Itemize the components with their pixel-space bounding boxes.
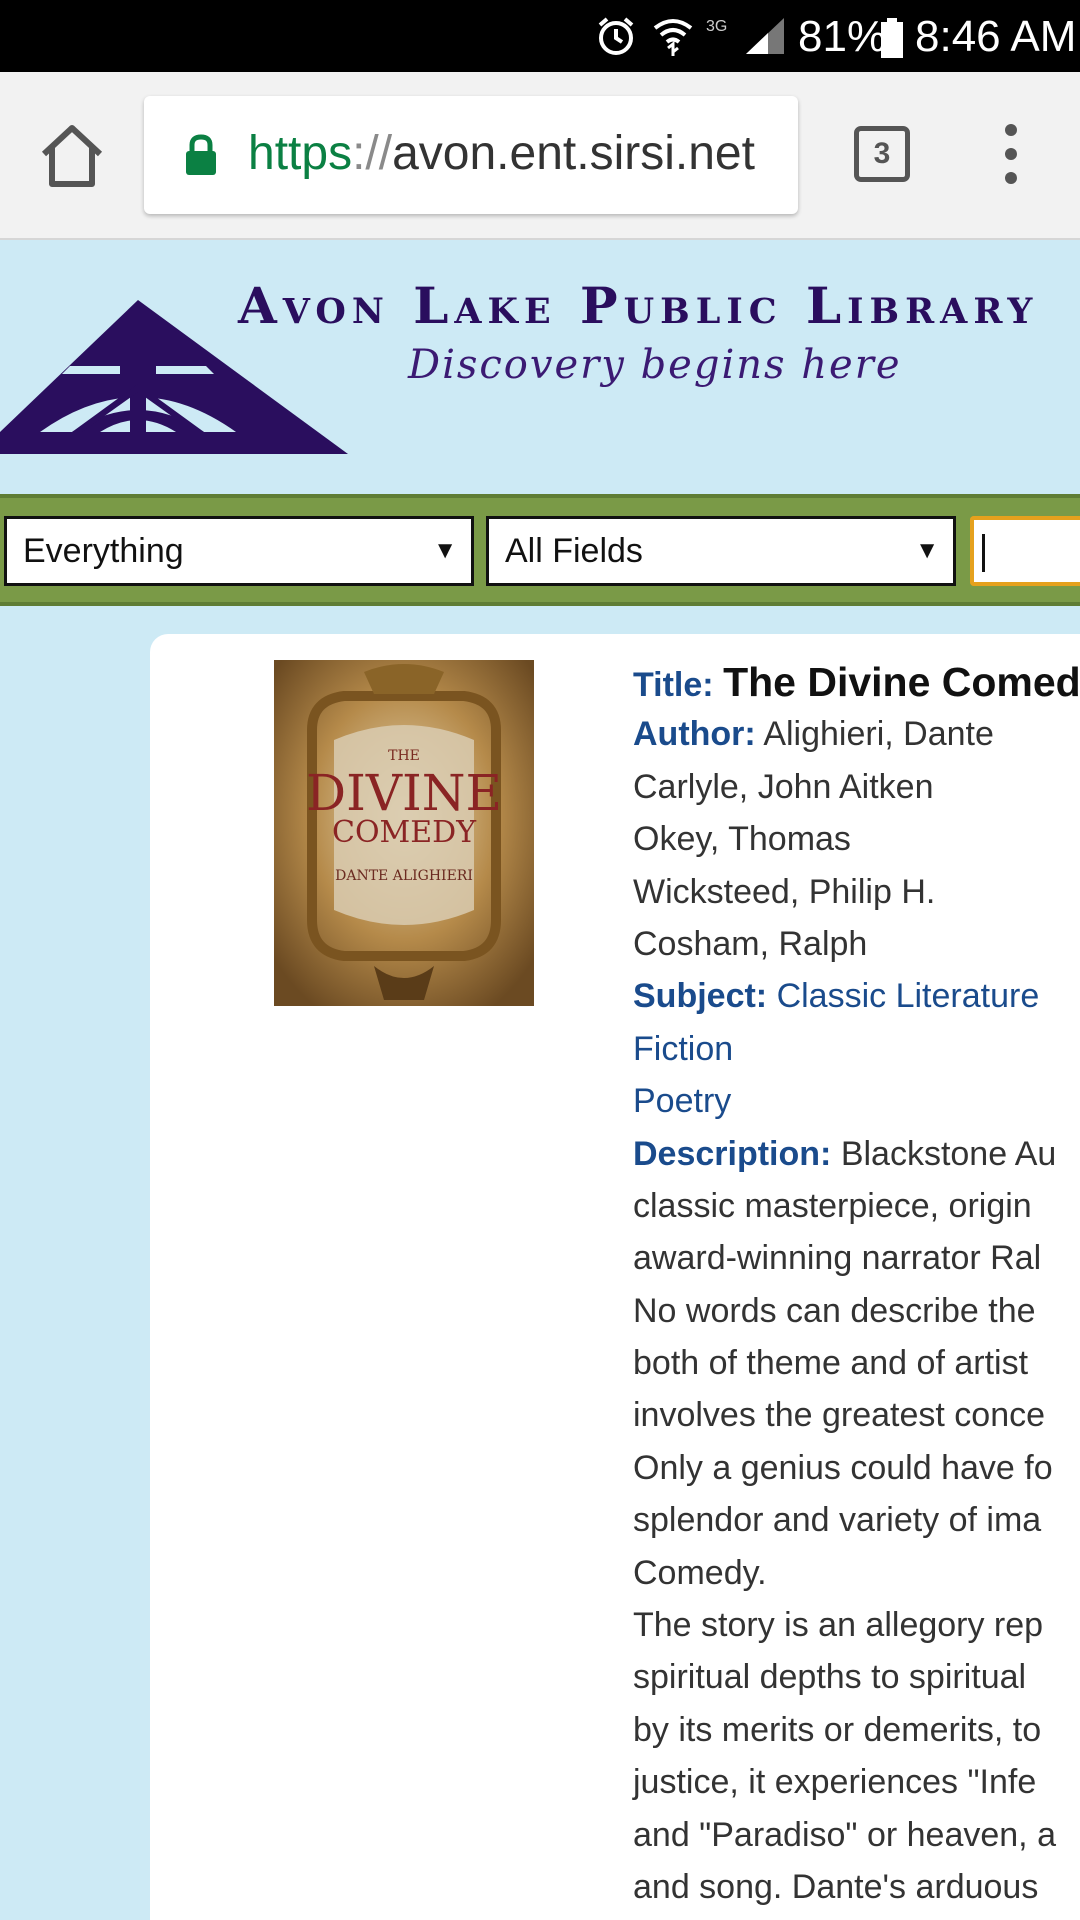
author-label: Author: [633, 715, 756, 754]
status-bar: 3G 81% 8:46 AM [0, 0, 1080, 72]
subject-row: Subject: Classic Literature [633, 970, 1080, 1022]
library-name[interactable]: Avon Lake Public Library [238, 276, 1038, 335]
description-line: involves the greatest conce [633, 1396, 1046, 1435]
description-line: Blackstone Au [840, 1134, 1057, 1173]
network-type-label: 3G [706, 18, 728, 35]
description-line: spiritual depths to spiritual [633, 1658, 1027, 1697]
status-clock: 8:46 AM [915, 12, 1077, 61]
cover-text-the: THE [388, 748, 420, 764]
subject-link[interactable]: Poetry [633, 1075, 1080, 1127]
page: 3G 81% 8:46 AM https://avon.ent.sirsi.ne… [0, 0, 1080, 1920]
description-line: Only a genius could have fo [633, 1448, 1053, 1487]
description-line: by its merits or demerits, to [633, 1710, 1042, 1749]
browser-toolbar: https://avon.ent.sirsi.net 3 [0, 72, 1080, 240]
address-bar[interactable]: https://avon.ent.sirsi.net [144, 96, 798, 214]
tabs-icon[interactable]: 3 [854, 126, 910, 182]
cover-text-comedy: COMEDY [332, 815, 477, 850]
alarm-icon [598, 17, 634, 55]
description-line: splendor and variety of ima [633, 1501, 1042, 1540]
description-line: Comedy. [633, 1553, 767, 1592]
author-name: Cosham, Ralph [633, 924, 868, 963]
record-details: Title: The Divine Comed Author: Alighier… [633, 656, 1080, 1913]
book-cover-image[interactable]: THE DIVINE COMEDY DANTE ALIGHIERI [274, 660, 534, 1006]
search-bar: Everything ▼ All Fields ▼ [0, 494, 1080, 606]
description-line: both of theme and of artist [633, 1344, 1029, 1383]
description-line: justice, it experiences "Infe [633, 1763, 1037, 1802]
description-line: award-winning narrator Ral [633, 1239, 1042, 1278]
description-line: The story is an allegory rep [633, 1606, 1044, 1645]
description-row: Description: Blackstone Au [633, 1128, 1080, 1180]
overflow-menu-icon[interactable] [996, 124, 1026, 188]
cover-text-divine: DIVINE [306, 764, 502, 822]
library-select-value: Everything [23, 532, 184, 570]
cover-text-author: DANTE ALIGHIERI [335, 868, 473, 884]
chevron-down-icon: ▼ [433, 537, 457, 564]
subject-link[interactable]: Fiction [633, 1023, 1080, 1075]
lock-icon [186, 134, 216, 175]
battery-icon [881, 18, 903, 58]
author-name: Okey, Thomas [633, 820, 851, 859]
description-label: Description: [633, 1134, 832, 1173]
field-select-value: All Fields [505, 532, 643, 570]
record-title: The Divine Comed [723, 659, 1080, 705]
chevron-down-icon: ▼ [915, 537, 939, 564]
description-line: No words can describe the [633, 1291, 1036, 1330]
signal-icon [746, 18, 784, 54]
author-name: Carlyle, John Aitken [633, 767, 934, 806]
text-caret [982, 534, 985, 572]
battery-percentage: 81% [798, 12, 887, 61]
url-text: https://avon.ent.sirsi.net [248, 127, 755, 180]
title-row: Title: The Divine Comed [633, 656, 1080, 708]
author-row: Author: Alighieri, Dante [633, 708, 1080, 760]
subject-link[interactable]: Classic Literature [777, 977, 1040, 1015]
field-select[interactable]: All Fields ▼ [486, 516, 956, 586]
author-name: Alighieri, Dante [763, 715, 994, 754]
library-tagline: Discovery begins here [408, 342, 902, 388]
author-name: Wicksteed, Philip H. [633, 872, 936, 911]
subject-label: Subject: [633, 977, 768, 1016]
library-select[interactable]: Everything ▼ [4, 516, 474, 586]
description-line: and song. Dante's arduous [633, 1867, 1039, 1906]
library-header: Avon Lake Public Library Discovery begin… [0, 242, 1080, 492]
description-line: classic masterpiece, origin [633, 1186, 1032, 1225]
home-icon[interactable] [38, 122, 106, 190]
description-line: and "Paradiso" or heaven, a [633, 1815, 1056, 1854]
search-input[interactable] [970, 516, 1080, 586]
title-label: Title: [633, 666, 714, 704]
wifi-icon [653, 19, 693, 56]
